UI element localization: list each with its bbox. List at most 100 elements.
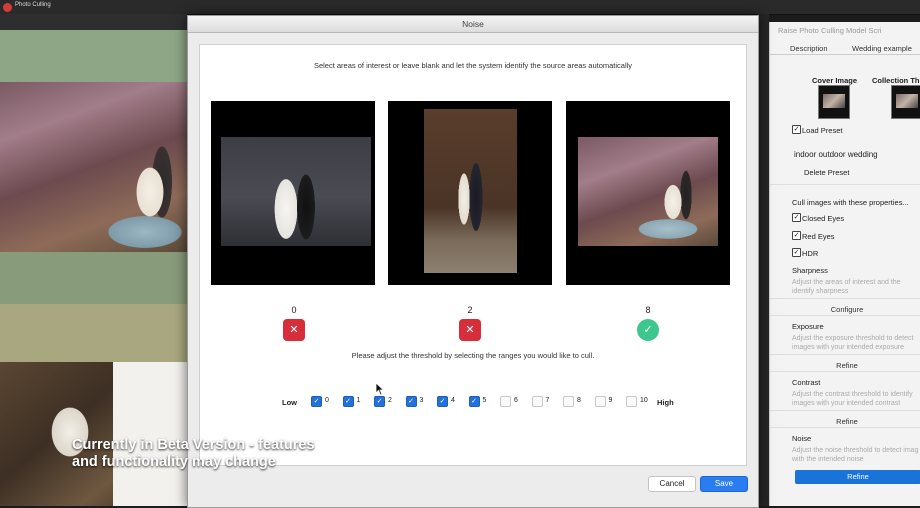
background-photo[interactable] xyxy=(0,82,187,252)
closed-eyes-label: Closed Eyes xyxy=(802,214,845,223)
range-option-label: 8 xyxy=(577,397,581,404)
range-option-7[interactable]: ✓7 xyxy=(531,396,558,408)
hdr-label: HDR xyxy=(802,249,819,258)
noise-description: Adjust the noise threshold to detect ima… xyxy=(792,447,919,454)
cover-image-thumbnail[interactable] xyxy=(818,85,850,119)
range-checkbox[interactable]: ✓ xyxy=(468,396,480,407)
contrast-description: images with your intended contrast xyxy=(792,400,901,407)
sharpness-description: Adjust the areas of interest and the xyxy=(792,279,901,286)
accept-check-icon[interactable]: ✓ xyxy=(637,319,659,341)
range-checkbox[interactable]: ✓ xyxy=(311,396,322,407)
range-option-1[interactable]: ✓ 1 xyxy=(342,396,369,408)
contrast-heading: Contrast xyxy=(792,378,821,387)
range-option-label: 2 xyxy=(388,397,392,404)
background-band xyxy=(0,252,187,304)
range-high-label: High xyxy=(657,398,674,407)
panel-title: Raise Photo Culling Model Scri xyxy=(778,26,882,35)
tab-divider xyxy=(770,54,920,55)
background-band xyxy=(0,304,187,362)
range-low-label: Low xyxy=(282,398,297,407)
cover-image-label: Cover Image xyxy=(812,76,858,85)
closed-eyes-checkbox[interactable]: ✓ xyxy=(792,213,801,222)
range-option-4[interactable]: ✓ 4 xyxy=(437,396,463,408)
range-option-0[interactable]: ✓ 0 xyxy=(311,396,337,408)
exposure-refine-button[interactable]: Refine xyxy=(782,361,912,370)
range-option-label: 9 xyxy=(608,397,613,404)
sample-image-3[interactable] xyxy=(566,101,730,285)
range-option-10[interactable]: ✓10 xyxy=(626,396,652,408)
range-option-label: 10 xyxy=(640,397,648,404)
noise-refine-button[interactable]: Refine xyxy=(795,470,920,484)
range-checkbox[interactable]: ✓ xyxy=(626,396,637,407)
range-option-label: 5 xyxy=(482,397,487,404)
delete-preset-button[interactable]: Delete Preset xyxy=(804,168,849,177)
save-button[interactable]: Save xyxy=(700,476,748,492)
range-option-label: 6 xyxy=(514,397,518,404)
dialog-content: Select areas of interest or leave blank … xyxy=(199,44,747,466)
range-option-3[interactable]: ✓ 3 xyxy=(405,396,432,408)
collection-thumbnail[interactable] xyxy=(891,85,920,119)
reject-icon[interactable]: ✕ xyxy=(459,319,481,341)
image-1-score: 0 xyxy=(291,305,297,315)
range-checkbox[interactable]: ✓ xyxy=(563,396,574,407)
image-2-score: 2 xyxy=(467,305,473,315)
beta-notice-line: and functionality may change xyxy=(72,454,276,470)
cancel-button[interactable]: Cancel xyxy=(648,476,696,492)
hdr-checkbox[interactable]: ✓ xyxy=(792,248,801,257)
sharpness-description: identify sharpness xyxy=(792,288,849,295)
noise-heading: Noise xyxy=(792,434,812,443)
red-eyes-label: Red Eyes xyxy=(802,232,835,241)
load-preset-label: Load Preset xyxy=(802,126,843,135)
dialog-title: Noise xyxy=(188,16,758,33)
reject-icon[interactable]: ✕ xyxy=(283,319,305,341)
range-checkbox[interactable]: ✓ xyxy=(437,396,448,407)
background-toolbar xyxy=(0,14,187,30)
range-option-label: 7 xyxy=(545,397,550,404)
beta-notice: Currently in Beta Version - features and… xyxy=(72,437,315,471)
contrast-refine-button[interactable]: Refine xyxy=(782,417,912,426)
range-option-label: 3 xyxy=(419,397,424,404)
instruction-text: Select areas of interest or leave blank … xyxy=(313,61,633,70)
range-option-8[interactable]: ✓8 xyxy=(563,396,589,408)
red-eyes-checkbox[interactable]: ✓ xyxy=(792,231,801,240)
app-title-bar: Photo Culling xyxy=(0,0,920,15)
tab-wedding-example[interactable]: Wedding example xyxy=(852,44,912,53)
sample-image-2[interactable] xyxy=(388,101,552,285)
mouse-cursor-icon xyxy=(375,382,385,396)
range-checkbox[interactable]: ✓ xyxy=(500,396,511,407)
range-checkbox[interactable]: ✓ xyxy=(342,396,354,407)
background-photo[interactable] xyxy=(113,362,187,506)
range-option-label: 1 xyxy=(356,397,361,404)
app-logo-icon xyxy=(3,3,12,12)
range-option-2[interactable]: ✓ 2 xyxy=(374,396,400,408)
contrast-description: Adjust the contrast threshold to identif… xyxy=(792,391,913,398)
sample-photo xyxy=(424,109,517,273)
sharpness-heading: Sharpness xyxy=(792,266,828,275)
range-option-5[interactable]: ✓ 5 xyxy=(468,396,495,408)
sample-image-1[interactable] xyxy=(211,101,375,285)
preset-name: indoor outdoor wedding xyxy=(794,150,878,159)
range-checkbox[interactable]: ✓ xyxy=(405,396,417,407)
collection-thumb-label: Collection Thum xyxy=(872,76,920,85)
threshold-instruction: Please adjust the threshold by selecting… xyxy=(351,351,595,360)
background-band xyxy=(0,30,187,82)
range-checkbox[interactable]: ✓ xyxy=(374,396,385,407)
model-settings-panel: Raise Photo Culling Model Scri Descripti… xyxy=(769,22,920,506)
load-preset-checkbox[interactable]: ✓ xyxy=(792,125,801,134)
beta-notice-line: Currently in Beta Version - features xyxy=(72,437,315,453)
range-option-6[interactable]: ✓6 xyxy=(500,396,526,408)
sample-photo xyxy=(578,137,718,246)
range-option-label: 4 xyxy=(451,397,455,404)
sample-photo xyxy=(221,137,371,246)
noise-dialog: Noise Select areas of interest or leave … xyxy=(187,15,759,508)
exposure-description: images with your intended exposure xyxy=(792,344,905,351)
app-title: Photo Culling xyxy=(15,2,51,8)
cull-properties-heading: Cull images with these properties... xyxy=(792,198,909,207)
range-checkbox[interactable]: ✓ xyxy=(594,396,606,407)
tab-description[interactable]: Description xyxy=(790,44,828,53)
range-checkbox[interactable]: ✓ xyxy=(531,396,543,407)
range-option-label: 0 xyxy=(325,397,329,404)
image-3-score: 8 xyxy=(645,305,651,315)
range-option-9[interactable]: ✓9 xyxy=(594,396,621,408)
sharpness-configure-button[interactable]: Configure xyxy=(782,305,912,314)
